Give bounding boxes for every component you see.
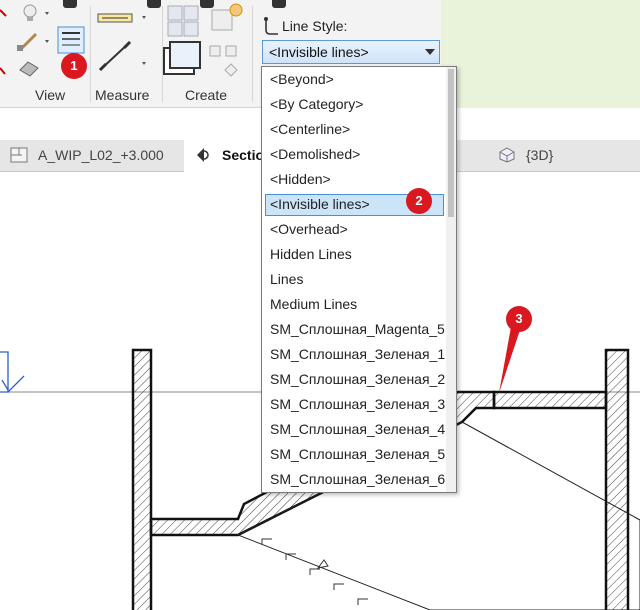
chevron-down-icon-2[interactable]	[45, 40, 49, 43]
component-icon[interactable]	[211, 3, 243, 31]
panel-handle-3	[200, 0, 214, 8]
line-style-label: Line Style:	[282, 18, 348, 34]
dropdown-option[interactable]: SM_Сплошная_Зеленая_5	[265, 444, 445, 466]
chevron-down-icon-4[interactable]	[142, 62, 146, 65]
chevron-down-icon-3[interactable]	[142, 16, 146, 19]
dropdown-option[interactable]: Hidden Lines	[265, 244, 444, 266]
tab-label: A_WIP_L02_+3.000	[38, 147, 164, 163]
dropdown-option[interactable]: <Centerline>	[265, 119, 444, 141]
line-style-combobox[interactable]: <Invisible lines>	[262, 40, 440, 64]
panel-handle-4	[272, 0, 286, 8]
panel-title-view: View	[35, 87, 66, 103]
section-view-icon	[197, 148, 209, 162]
3d-cube-icon	[499, 147, 515, 163]
stair-steps	[261, 538, 368, 605]
eraser-icon[interactable]	[19, 61, 39, 77]
panel-separator-2	[162, 6, 163, 102]
chevron-down-icon[interactable]	[45, 12, 49, 15]
measure-panel-icons	[97, 13, 146, 72]
dropdown-option[interactable]: SM_Сплошная_Зеленая_6	[265, 469, 445, 491]
line-style-value: <Invisible lines>	[269, 44, 369, 60]
floor-plan-icon	[10, 147, 28, 163]
panel-separator-3	[252, 6, 253, 102]
assembly-icon[interactable]	[163, 41, 201, 75]
dropdown-option[interactable]: <By Category>	[265, 94, 444, 116]
tab-section[interactable]: Section	[184, 140, 273, 172]
red-marker-icon	[0, 9, 7, 75]
thin-lines-icon[interactable]	[57, 26, 85, 54]
contextual-ribbon-area	[441, 0, 640, 108]
create-panel-icons	[163, 3, 243, 77]
tab-label-3: {3D}	[526, 147, 554, 163]
measure-along-element-icon[interactable]	[98, 40, 132, 72]
right-wall[interactable]	[604, 348, 630, 610]
panel-handle-1	[63, 0, 77, 8]
panel-separator	[90, 6, 91, 102]
dropdown-option[interactable]: <Beyond>	[265, 69, 444, 91]
dropdown-option[interactable]: SM_Сплошная_Зеленая_3	[265, 394, 445, 416]
dropdown-scrollbar[interactable]	[446, 67, 456, 492]
dropdown-option[interactable]: Medium Lines	[265, 294, 444, 316]
dropdown-option[interactable]: <Demolished>	[265, 144, 444, 166]
panel-title-measure: Measure	[95, 87, 150, 103]
callout-marker-2: 2	[406, 188, 432, 214]
measure-between-references-icon[interactable]	[97, 13, 133, 23]
tab-3d[interactable]: {3D}	[488, 140, 578, 172]
line-style-icon	[264, 17, 278, 35]
group-icon[interactable]	[167, 5, 199, 37]
brush-icon[interactable]	[17, 32, 38, 51]
lightbulb-icon[interactable]	[23, 4, 37, 21]
dropdown-scroll-thumb[interactable]	[448, 69, 454, 217]
line-style-dropdown[interactable]: <Beyond> <By Category> <Centerline> <Dem…	[261, 66, 457, 493]
tab-floor-plan[interactable]: A_WIP_L02_+3.000	[0, 140, 182, 172]
callout-marker-3: 3	[506, 306, 532, 332]
dropdown-option[interactable]: <Overhead>	[265, 219, 444, 241]
dropdown-option[interactable]: Lines	[265, 269, 444, 291]
left-wall[interactable]	[131, 348, 153, 610]
level-marker-icon[interactable]	[0, 351, 25, 393]
dropdown-option[interactable]: SM_Сплошная_Magenta_5	[265, 319, 445, 341]
parts-icon[interactable]	[209, 45, 238, 77]
dropdown-option[interactable]: SM_Сплошная_Зеленая_1	[265, 344, 445, 366]
callout-marker-1: 1	[61, 53, 87, 79]
dropdown-option[interactable]: SM_Сплошная_Зеленая_4	[265, 419, 445, 441]
panel-handle-2	[147, 0, 161, 8]
chevron-down-icon-combo[interactable]	[425, 49, 435, 55]
panel-title-create: Create	[185, 87, 228, 103]
dropdown-option[interactable]: SM_Сплошная_Зеленая_2	[265, 369, 445, 391]
